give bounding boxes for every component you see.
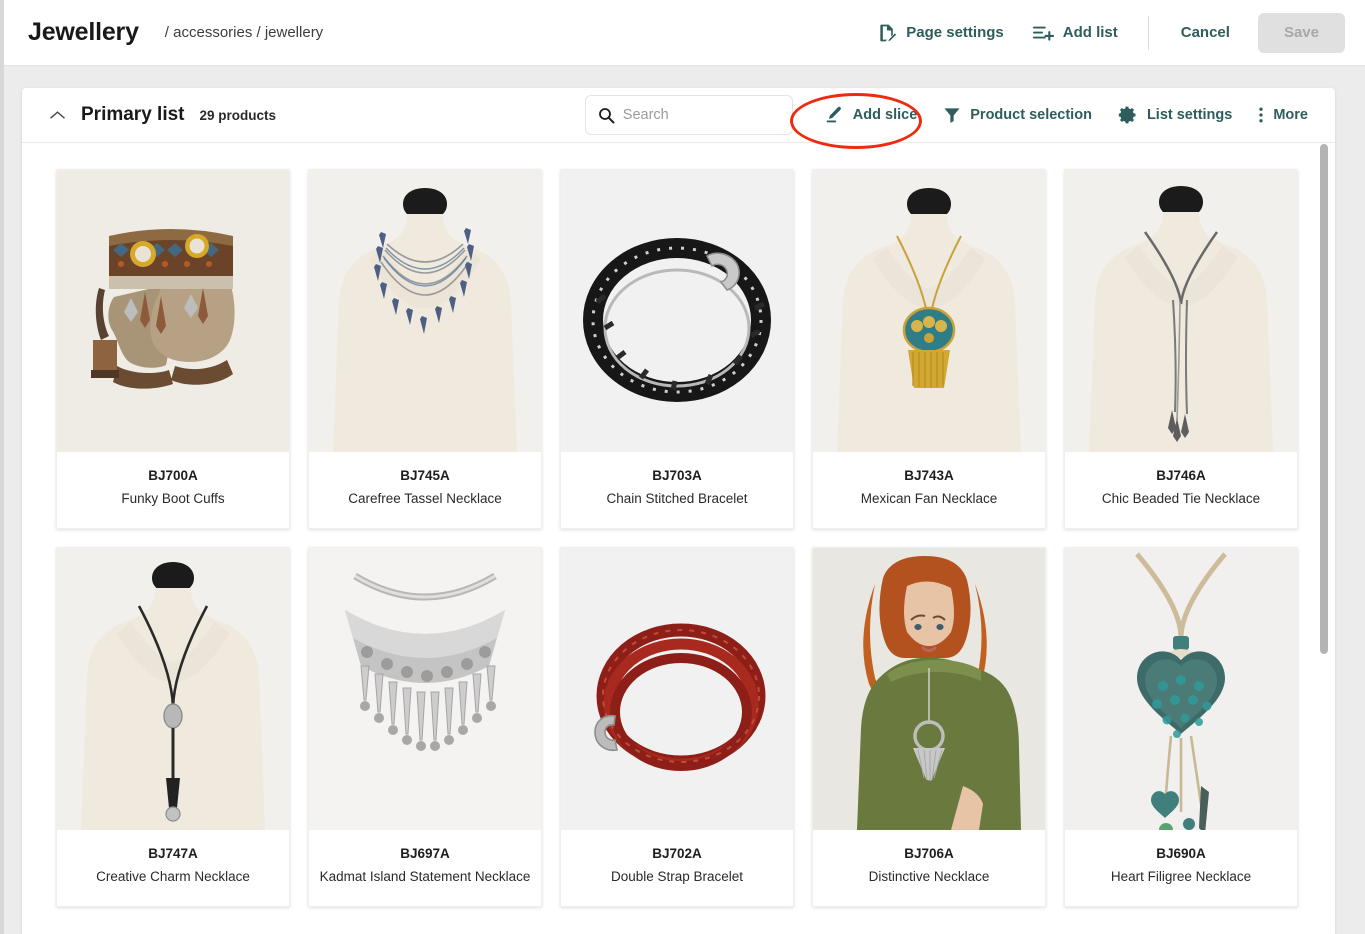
product-name: Chain Stitched Bracelet	[606, 491, 748, 507]
page-settings-label: Page settings	[906, 24, 1004, 41]
product-image	[57, 548, 289, 830]
product-card[interactable]: BJ746A Chic Beaded Tie Necklace	[1064, 169, 1298, 529]
vertical-scrollbar-thumb[interactable]	[1320, 144, 1328, 654]
product-name: Creative Charm Necklace	[96, 869, 250, 885]
product-image	[561, 548, 793, 830]
list-settings-label: List settings	[1146, 107, 1233, 123]
add-list-label: Add list	[1062, 24, 1118, 41]
product-grid: BJ700A Funky Boot Cuffs BJ745A Carefree …	[56, 169, 1335, 907]
product-image	[561, 170, 793, 452]
product-selection-button[interactable]: Product selection	[930, 95, 1105, 135]
list-toolbar: Primary list 29 products Add slice	[22, 88, 1335, 149]
more-button[interactable]: More	[1245, 95, 1321, 135]
product-name: Distinctive Necklace	[868, 869, 990, 885]
product-image	[813, 548, 1045, 830]
product-sku: BJ702A	[652, 846, 702, 861]
product-card[interactable]: BJ747A Creative Charm Necklace	[56, 547, 290, 907]
product-sku: BJ747A	[148, 846, 198, 861]
filter-icon	[943, 106, 961, 124]
list-settings-button[interactable]: List settings	[1105, 95, 1245, 135]
product-image	[309, 548, 541, 830]
product-name: Heart Filigree Necklace	[1110, 869, 1252, 885]
cancel-button[interactable]: Cancel	[1165, 13, 1246, 53]
product-meta: BJ745A Carefree Tassel Necklace	[309, 452, 541, 528]
product-card[interactable]: BJ743A Mexican Fan Necklace	[812, 169, 1046, 529]
product-image	[1065, 548, 1297, 830]
toolbar-actions: Add slice Product selection List setting…	[811, 95, 1321, 135]
product-meta: BJ743A Mexican Fan Necklace	[813, 452, 1045, 528]
product-sku: BJ745A	[400, 468, 450, 483]
product-name: Carefree Tassel Necklace	[348, 491, 502, 507]
search-input[interactable]	[622, 107, 780, 123]
app-header: Jewellery / accessories / jewellery Page…	[4, 0, 1365, 66]
product-image	[57, 170, 289, 452]
product-sku: BJ700A	[148, 468, 198, 483]
page-title: Jewellery	[28, 18, 139, 46]
pen-icon	[824, 105, 844, 125]
product-sku: BJ703A	[652, 468, 702, 483]
product-count: 29 products	[199, 107, 277, 123]
product-grid-scroll[interactable]: BJ700A Funky Boot Cuffs BJ745A Carefree …	[22, 143, 1335, 934]
add-slice-label: Add slice	[852, 107, 918, 123]
product-sku: BJ690A	[1156, 846, 1206, 861]
product-card[interactable]: BJ700A Funky Boot Cuffs	[56, 169, 290, 529]
product-meta: BJ703A Chain Stitched Bracelet	[561, 452, 793, 528]
page-settings-button[interactable]: Page settings	[863, 13, 1018, 53]
product-sku: BJ746A	[1156, 468, 1206, 483]
header-divider	[1147, 15, 1149, 50]
product-name: Kadmat Island Statement Necklace	[319, 869, 531, 885]
product-name: Chic Beaded Tie Necklace	[1101, 491, 1261, 507]
left-rail	[0, 0, 4, 934]
product-image	[1065, 170, 1297, 452]
product-image	[813, 170, 1045, 452]
product-card[interactable]: BJ702A Double Strap Bracelet	[560, 547, 794, 907]
save-button[interactable]: Save	[1257, 12, 1345, 53]
product-sku: BJ706A	[904, 846, 954, 861]
primary-list-panel: Primary list 29 products Add slice	[22, 88, 1335, 934]
add-slice-button[interactable]: Add slice	[811, 95, 930, 135]
product-card[interactable]: BJ745A Carefree Tassel Necklace	[308, 169, 542, 529]
product-selection-label: Product selection	[970, 107, 1092, 123]
product-meta: BJ700A Funky Boot Cuffs	[57, 452, 289, 528]
product-meta: BJ706A Distinctive Necklace	[813, 830, 1045, 906]
kebab-menu-icon	[1258, 105, 1264, 125]
product-sku: BJ743A	[904, 468, 954, 483]
gear-icon	[1118, 105, 1138, 125]
add-list-icon	[1032, 23, 1054, 43]
product-card[interactable]: BJ690A Heart Filigree Necklace	[1064, 547, 1298, 907]
vertical-scrollbar-track[interactable]	[1318, 144, 1330, 934]
header-actions: Page settings Add list Cancel Save	[863, 0, 1365, 65]
product-sku: BJ697A	[400, 846, 450, 861]
product-meta: BJ690A Heart Filigree Necklace	[1065, 830, 1297, 906]
product-name: Double Strap Bracelet	[610, 869, 744, 885]
product-meta: BJ702A Double Strap Bracelet	[561, 830, 793, 906]
product-meta: BJ697A Kadmat Island Statement Necklace	[309, 830, 541, 906]
breadcrumb: / accessories / jewellery	[164, 24, 324, 41]
product-card[interactable]: BJ697A Kadmat Island Statement Necklace	[308, 547, 542, 907]
chevron-up-icon[interactable]	[50, 110, 65, 120]
more-label: More	[1273, 107, 1308, 123]
product-card[interactable]: BJ706A Distinctive Necklace	[812, 547, 1046, 907]
product-meta: BJ747A Creative Charm Necklace	[57, 830, 289, 906]
page-settings-icon	[877, 23, 897, 43]
list-title: Primary list	[81, 104, 185, 125]
search-icon	[598, 107, 615, 124]
search-box[interactable]	[584, 95, 793, 135]
product-name: Mexican Fan Necklace	[860, 491, 998, 507]
add-list-button[interactable]: Add list	[1018, 13, 1132, 53]
product-card[interactable]: BJ703A Chain Stitched Bracelet	[560, 169, 794, 529]
product-meta: BJ746A Chic Beaded Tie Necklace	[1065, 452, 1297, 528]
product-name: Funky Boot Cuffs	[121, 491, 225, 507]
product-image	[309, 170, 541, 452]
